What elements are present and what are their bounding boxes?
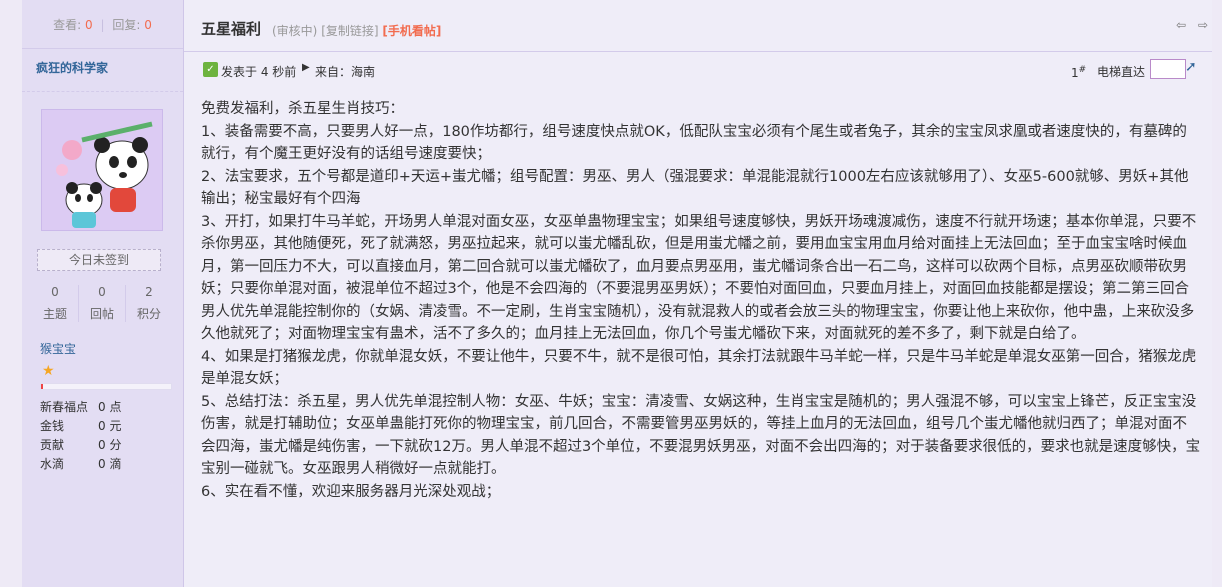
caret-right-icon: ▶ [302, 62, 310, 73]
replies-label: 回复: [112, 18, 141, 32]
thread-nav: ⇦ ⇨ [1168, 18, 1208, 32]
thread-title-meta: (审核中) [复制链接] [手机看帖] [272, 22, 441, 39]
floor-symbol: # [1078, 65, 1087, 75]
post-info-bar: ✓ 发表于 4 秒前 ▶ 来自：海南 1# 电梯直达 ➚ [184, 52, 1212, 90]
review-status: (审核中) [272, 24, 318, 38]
count-topics[interactable]: 0 主题 [32, 285, 78, 322]
left-margin [0, 0, 22, 587]
credit-key: 新春福点 [40, 400, 89, 414]
credit-row: 水滴 0 滴 [40, 455, 183, 474]
credit-row: 金钱 0 元 [40, 417, 183, 436]
post-line: 3、开打，如果打牛马羊蛇，开场男人单混对面女巫，女巫单蛊物理宝宝；如果组号速度够… [201, 213, 1197, 343]
count-replies-label: 回帖 [89, 307, 114, 321]
count-replies[interactable]: 0 回帖 [78, 285, 125, 322]
views-count: 0 [85, 18, 93, 32]
prev-thread-icon[interactable]: ⇦ [1176, 18, 1186, 32]
thread-title: 五星福利 [201, 20, 262, 38]
stats-divider: | [100, 18, 105, 32]
post-line: 6、实在看不懂，欢迎来服务器月光深处观战； [201, 483, 501, 500]
post-line: 1、装备需要不高，只要男人好一点，180作坊都行，组号速度快点就OK，低配队宝宝… [201, 123, 1187, 163]
author-sidebar: 查看: 0 | 回复: 0 疯狂的科学家 今日未签到 0 主题 0 回帖 2 积… [22, 0, 184, 587]
panda-avatar-icon [42, 110, 162, 230]
post-time: 发表于 4 秒前 [221, 65, 297, 79]
replies-count: 0 [144, 18, 152, 32]
thread-stats: 查看: 0 | 回复: 0 [22, 0, 183, 49]
credit-value: 0 元 [98, 419, 122, 433]
credit-value: 0 分 [98, 438, 122, 452]
credit-key: 贡献 [40, 438, 65, 452]
checkin-status[interactable]: 今日未签到 [37, 249, 161, 271]
next-thread-icon[interactable]: ⇨ [1198, 18, 1208, 32]
level-progress-fill [41, 384, 43, 389]
mobile-view-link[interactable]: [手机看帖] [382, 24, 441, 38]
credit-row: 贡献 0 分 [40, 436, 183, 455]
jump-label: 电梯直达 [1097, 65, 1146, 79]
count-topics-value: 0 [51, 285, 59, 299]
post-content: 免费发福利，杀五星生肖技巧： 1、装备需要不高，只要男人好一点，180作坊都行，… [184, 90, 1201, 503]
star-icon: ★ [42, 363, 55, 379]
post-line: 5、总结打法：杀五星，男人优先单混控制人物：女巫、牛妖；宝宝：清凌雪、女娲这种，… [201, 393, 1201, 478]
user-group[interactable]: 猴宝宝 [40, 340, 183, 357]
post-line: 4、如果是打猪猴龙虎，你就单混女妖，不要让他牛，只要不牛，就不是很可怕，其余打法… [201, 348, 1197, 388]
floor-value: 1 [1071, 66, 1079, 80]
credit-value: 0 滴 [98, 457, 122, 471]
count-points-value: 2 [145, 285, 153, 299]
count-replies-value: 0 [98, 285, 106, 299]
credits-list: 新春福点 0 点 金钱 0 元 贡献 0 分 水滴 0 滴 [40, 398, 183, 474]
thread-title-bar: 五星福利 (审核中) [复制链接] [手机看帖] ⇦ ⇨ [184, 0, 1212, 52]
credit-value: 0 点 [98, 400, 122, 414]
post-source: 来自：海南 [315, 65, 376, 79]
avatar[interactable] [41, 109, 163, 231]
floor-number[interactable]: 1# [1071, 65, 1086, 80]
jump-go-icon[interactable]: ➚ [1185, 59, 1197, 75]
count-points[interactable]: 2 积分 [125, 285, 172, 322]
thread-page: 查看: 0 | 回复: 0 疯狂的科学家 今日未签到 0 主题 0 回帖 2 积… [0, 0, 1222, 587]
online-user-icon: ✓ [203, 62, 218, 77]
author-counts: 0 主题 0 回帖 2 积分 [32, 285, 172, 322]
jump-floor-input[interactable] [1150, 59, 1186, 79]
level-progress-bar [40, 383, 172, 390]
post-main: 五星福利 (审核中) [复制链接] [手机看帖] ⇦ ⇨ ✓ 发表于 4 秒前 … [184, 0, 1212, 587]
author-name[interactable]: 疯狂的科学家 [22, 49, 183, 92]
views-label: 查看: [53, 18, 82, 32]
credit-key: 水滴 [40, 457, 65, 471]
count-points-label: 积分 [136, 307, 161, 321]
credit-key: 金钱 [40, 419, 65, 433]
right-margin [1212, 0, 1222, 587]
credit-row: 新春福点 0 点 [40, 398, 183, 417]
post-line: 2、法宝要求，五个号都是道印+天运+蚩尤幡；组号配置：男巫、男人（强混要求：单混… [201, 168, 1189, 208]
post-line: 免费发福利，杀五星生肖技巧： [201, 101, 404, 117]
count-topics-label: 主题 [42, 307, 67, 321]
copy-link[interactable]: [复制链接] [321, 24, 378, 38]
